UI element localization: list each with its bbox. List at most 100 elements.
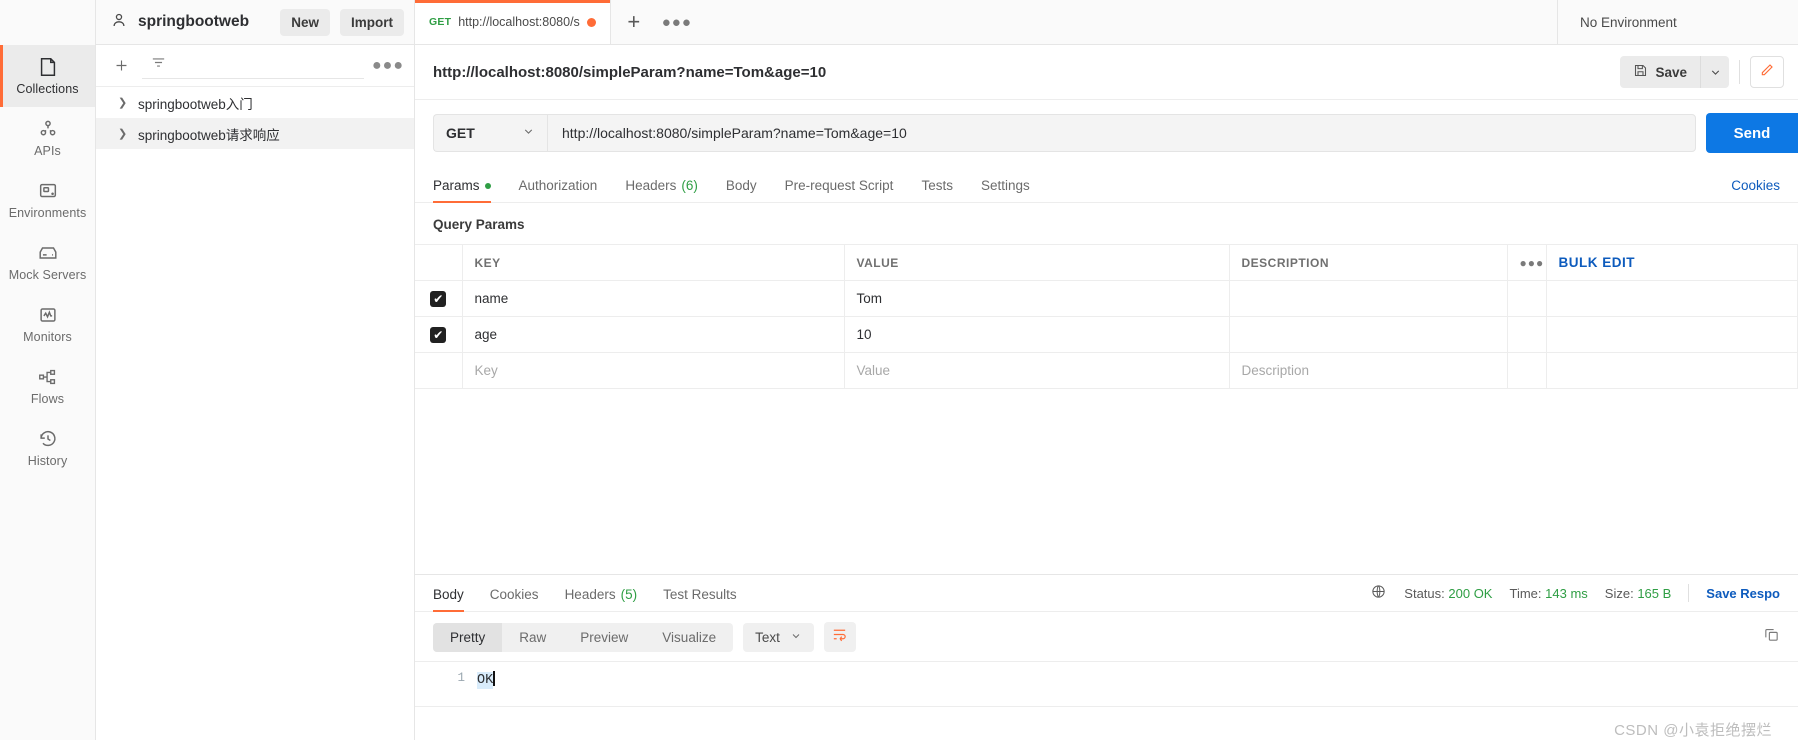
status-group: Status: 200 OK xyxy=(1404,586,1492,601)
new-row-key[interactable]: Key xyxy=(462,352,845,389)
request-header: http://localhost:8080/simpleParam?name=T… xyxy=(415,45,1798,100)
time-group: Time: 143 ms xyxy=(1509,586,1587,601)
rail-item-collections[interactable]: Collections xyxy=(0,45,95,107)
tab-body[interactable]: Body xyxy=(726,178,757,202)
tab-headers-label: Headers xyxy=(625,178,677,193)
row-key[interactable]: age xyxy=(462,316,845,353)
environment-selector[interactable]: No Environment xyxy=(1558,0,1798,44)
tab-tests[interactable]: Tests xyxy=(921,178,953,202)
rail-item-monitors[interactable]: Monitors xyxy=(0,293,95,355)
rail-item-history[interactable]: History xyxy=(0,417,95,479)
row-checkbox-cell[interactable]: ✔ xyxy=(415,316,463,353)
request-tab-active[interactable]: GET http://localhost:8080/s xyxy=(415,0,611,44)
checkbox-checked-icon[interactable]: ✔ xyxy=(430,290,447,307)
header-key: KEY xyxy=(462,244,845,281)
view-mode-pretty[interactable]: Pretty xyxy=(433,622,503,652)
watermark: CSDN @小袁拒绝摆烂 xyxy=(1614,722,1772,739)
tab-method-label: GET xyxy=(429,16,452,28)
format-selector[interactable]: Text xyxy=(743,622,814,652)
tabstrip-spacer xyxy=(697,0,1558,44)
tab-settings[interactable]: Settings xyxy=(981,178,1030,202)
import-button[interactable]: Import xyxy=(340,8,404,36)
tab-title-label: http://localhost:8080/s xyxy=(458,15,580,29)
checkbox-checked-icon[interactable]: ✔ xyxy=(430,326,447,343)
meta-divider xyxy=(1688,584,1690,602)
collection-item-springbootweb-reqresp[interactable]: ❯ springbootweb请求响应 xyxy=(96,118,414,149)
save-response-link[interactable]: Save Respo xyxy=(1706,586,1780,601)
new-tab-button[interactable]: + xyxy=(611,0,657,44)
method-selector[interactable]: GET xyxy=(433,114,547,152)
row-spacer xyxy=(1507,316,1547,353)
tab-params[interactable]: Params xyxy=(433,178,491,203)
sidebar-more-icon[interactable]: ●●● xyxy=(372,57,404,75)
new-row-value[interactable]: Value xyxy=(844,352,1230,389)
collections-icon xyxy=(37,56,59,78)
header-value: VALUE xyxy=(844,244,1230,281)
send-button[interactable]: Send xyxy=(1706,113,1798,153)
user-avatar-icon xyxy=(110,11,128,34)
row-description[interactable] xyxy=(1229,316,1508,353)
copy-button[interactable] xyxy=(1763,626,1780,648)
new-row-description[interactable]: Description xyxy=(1229,352,1508,389)
rail-label-apis: APIs xyxy=(34,144,61,159)
table-row[interactable]: ✔ name Tom xyxy=(415,280,1798,317)
url-input[interactable]: http://localhost:8080/simpleParam?name=T… xyxy=(547,114,1696,152)
new-button[interactable]: New xyxy=(280,8,330,36)
response-tab-body[interactable]: Body xyxy=(433,587,464,612)
view-mode-visualize[interactable]: Visualize xyxy=(645,623,733,652)
response-tab-cookies[interactable]: Cookies xyxy=(490,587,539,611)
bulk-edit-link[interactable]: Bulk Edit xyxy=(1546,244,1798,281)
rail-item-mock-servers[interactable]: Mock Servers xyxy=(0,231,95,293)
table-options-icon[interactable]: ●●● xyxy=(1507,244,1547,281)
table-row[interactable]: ✔ age 10 xyxy=(415,316,1798,353)
workspace-bar: springbootweb New Import xyxy=(96,0,414,45)
view-mode-preview[interactable]: Preview xyxy=(563,623,645,652)
row-description[interactable] xyxy=(1229,280,1508,317)
wrap-lines-button[interactable] xyxy=(823,622,856,652)
view-mode-segmented: Pretty Raw Preview Visualize xyxy=(433,622,734,652)
request-filler xyxy=(415,389,1798,574)
request-name: http://localhost:8080/simpleParam?name=T… xyxy=(433,63,827,81)
row-value[interactable]: 10 xyxy=(844,316,1230,353)
status-value: 200 OK xyxy=(1448,585,1493,601)
sidebar: springbootweb New Import ●●● ❯ springboo… xyxy=(96,0,415,740)
response-tab-headers[interactable]: Headers (5) xyxy=(565,587,638,611)
rail-label-mock-servers: Mock Servers xyxy=(8,268,87,283)
text-caret xyxy=(493,671,495,686)
tab-headers[interactable]: Headers (6) xyxy=(625,178,698,202)
history-icon xyxy=(37,428,59,450)
row-checkbox-cell[interactable]: ✔ xyxy=(415,280,463,317)
response-tab-test-results[interactable]: Test Results xyxy=(663,587,737,611)
rail-item-apis[interactable]: APIs xyxy=(0,107,95,169)
response-body-line[interactable]: OK xyxy=(477,662,1798,706)
row-spacer xyxy=(1507,280,1547,317)
save-dropdown-button[interactable] xyxy=(1700,56,1729,88)
row-checkbox-cell-empty[interactable] xyxy=(415,352,463,389)
url-bar: GET http://localhost:8080/simpleParam?na… xyxy=(415,100,1798,166)
method-label: GET xyxy=(446,125,475,141)
row-key[interactable]: name xyxy=(462,280,845,317)
rail-item-environments[interactable]: Environments xyxy=(0,169,95,231)
view-mode-raw[interactable]: Raw xyxy=(502,623,563,652)
table-row-new[interactable]: Key Value Description xyxy=(415,352,1798,389)
response-body-editor[interactable]: 1 OK xyxy=(415,661,1798,707)
cookies-link[interactable]: Cookies xyxy=(1731,178,1780,193)
tabstrip-more-icon[interactable]: ●●● xyxy=(657,0,697,44)
tab-pre-request-script[interactable]: Pre-request Script xyxy=(785,178,894,202)
row-spacer-2 xyxy=(1546,352,1798,389)
row-value[interactable]: Tom xyxy=(844,280,1230,317)
tab-params-label: Params xyxy=(433,178,480,193)
response-tabs: Body Cookies Headers (5) Test Results St… xyxy=(415,575,1798,612)
sidebar-filter-input[interactable] xyxy=(142,53,364,79)
save-button[interactable]: Save xyxy=(1620,56,1700,88)
globe-icon xyxy=(1370,583,1387,603)
wrap-lines-icon xyxy=(831,626,848,648)
query-params-title: Query Params xyxy=(433,217,525,232)
rail-item-flows[interactable]: Flows xyxy=(0,355,95,417)
collection-item-springbootweb-intro[interactable]: ❯ springbootweb入门 xyxy=(96,87,414,118)
rail-label-flows: Flows xyxy=(30,392,65,407)
edit-button[interactable] xyxy=(1750,56,1784,88)
tab-authorization[interactable]: Authorization xyxy=(519,178,598,202)
chevron-right-icon: ❯ xyxy=(118,128,128,140)
add-collection-button[interactable] xyxy=(108,53,134,79)
